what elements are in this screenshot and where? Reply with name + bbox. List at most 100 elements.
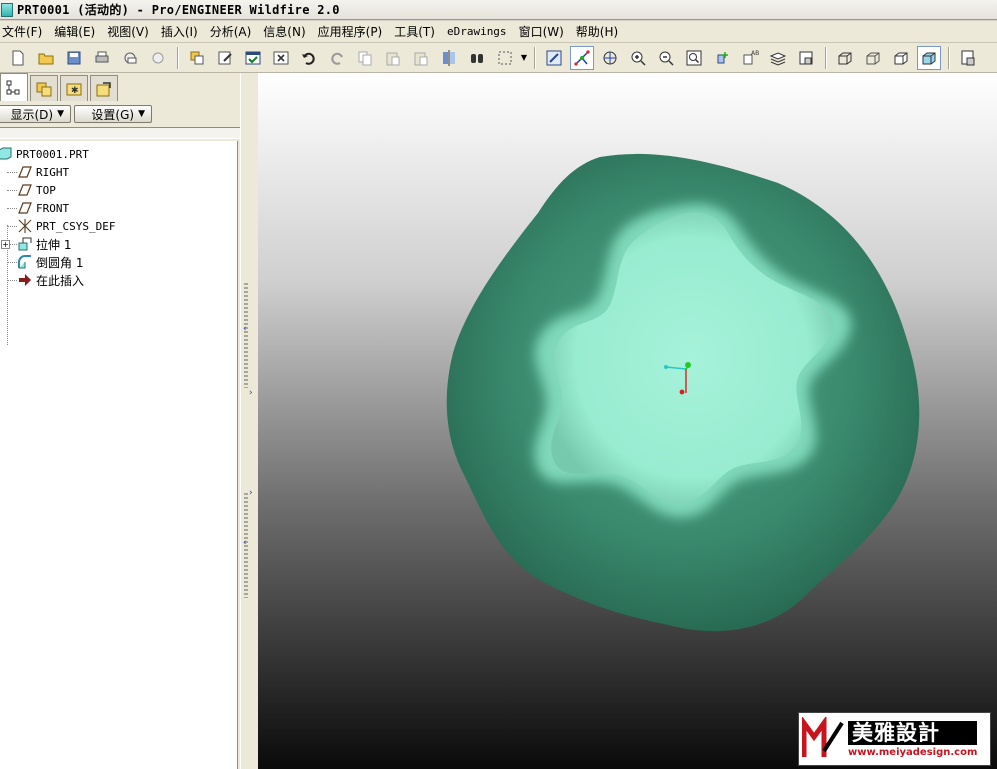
menu-help[interactable]: 帮助(H): [570, 21, 624, 43]
tree-item-round[interactable]: 倒圆角 1: [0, 253, 237, 271]
print-icon[interactable]: [90, 46, 114, 70]
tree-item-label: 拉伸 1: [36, 237, 72, 252]
send-mail-icon[interactable]: [118, 46, 142, 70]
tree-connector: [7, 207, 17, 209]
view-manager-icon[interactable]: [794, 46, 818, 70]
paste-icon[interactable]: [381, 46, 405, 70]
spin-center-icon[interactable]: [570, 45, 594, 70]
extrude-icon: [18, 237, 32, 251]
menu-edit[interactable]: 编辑(E): [48, 21, 101, 43]
panel-splitter[interactable]: ‹ › ‹ ›: [240, 73, 258, 769]
tree-connector: [7, 279, 17, 281]
model-tree-tab[interactable]: [0, 73, 28, 101]
chevron-down-icon: ▼: [138, 109, 145, 119]
layers-icon[interactable]: [766, 46, 790, 70]
redo-icon[interactable]: [325, 46, 349, 70]
navigator-tabs: ✱: [0, 73, 240, 101]
datum-plane-icon: [18, 202, 32, 214]
find-icon[interactable]: [465, 46, 489, 70]
new-file-icon[interactable]: [6, 46, 30, 70]
zoom-out-icon[interactable]: [654, 46, 678, 70]
connections-tab[interactable]: [90, 75, 118, 101]
datum-plane-icon: [18, 166, 32, 178]
expand-plus-icon[interactable]: +: [1, 239, 10, 249]
tree-item-top[interactable]: TOP: [0, 181, 237, 199]
toolbar-separator: [825, 46, 826, 69]
close-window-icon[interactable]: [269, 46, 293, 70]
main-toolbar: ▼ AB: [0, 43, 997, 73]
folder-browser-tab[interactable]: [30, 75, 58, 101]
repaint-icon[interactable]: [542, 46, 566, 70]
tree-item-extrude[interactable]: + 拉伸 1: [0, 235, 237, 253]
collapse-left-arrow-icon[interactable]: ‹: [243, 325, 247, 334]
expand-right-arrow-icon[interactable]: ›: [249, 489, 253, 498]
zoom-in-icon[interactable]: [626, 46, 650, 70]
graphics-window[interactable]: [258, 73, 997, 769]
chevron-down-icon: ▼: [57, 109, 64, 119]
menu-file[interactable]: 文件(F): [0, 21, 48, 43]
model-tree: PRT0001.PRT RIGHT TOP FRONT PRT_CSYS_DEF…: [0, 141, 238, 769]
csys-x-end: [664, 365, 668, 369]
tree-item-csys[interactable]: PRT_CSYS_DEF: [0, 217, 237, 235]
undo-icon[interactable]: [297, 46, 321, 70]
no-hidden-icon[interactable]: [889, 46, 913, 70]
tree-header-divider: [0, 127, 240, 139]
tree-item-front[interactable]: FRONT: [0, 199, 237, 217]
menu-applications[interactable]: 应用程序(P): [312, 21, 389, 43]
settings-menu-label: 设置(G): [91, 107, 135, 122]
display-settings-icon[interactable]: [956, 46, 980, 70]
edit-definition-icon[interactable]: [213, 46, 237, 70]
menu-analysis[interactable]: 分析(A): [204, 21, 258, 43]
model-shaded[interactable]: [258, 73, 997, 769]
paste-special-icon[interactable]: [409, 46, 433, 70]
tree-root-item[interactable]: PRT0001.PRT: [0, 145, 237, 163]
favorites-tab[interactable]: ✱: [60, 75, 88, 101]
tree-item-label: FRONT: [36, 201, 70, 215]
folder-browser-icon: [36, 82, 52, 96]
svg-text:AB: AB: [751, 50, 759, 57]
selection-box-icon[interactable]: [493, 46, 517, 70]
save-icon[interactable]: [62, 46, 86, 70]
tree-item-label: PRT_CSYS_DEF: [36, 219, 116, 233]
collapse-left-arrow-icon[interactable]: ‹: [243, 539, 247, 548]
reorient-icon[interactable]: [710, 46, 734, 70]
watermark-title: 美雅設計: [848, 720, 978, 745]
menu-view[interactable]: 视图(V): [101, 21, 155, 43]
tree-connector: [7, 171, 17, 173]
tree-item-label: TOP: [36, 183, 56, 197]
svg-text:✱: ✱: [71, 86, 79, 96]
hidden-line-icon[interactable]: [861, 46, 885, 70]
refit-icon[interactable]: [682, 46, 706, 70]
favorites-icon: ✱: [66, 83, 82, 96]
open-folder-icon[interactable]: [34, 46, 58, 70]
menu-bar: 文件(F) 编辑(E) 视图(V) 插入(I) 分析(A) 信息(N) 应用程序…: [0, 21, 997, 43]
csys-z-end: [685, 362, 691, 368]
sash-grip[interactable]: [244, 283, 248, 388]
send-icon[interactable]: [146, 46, 170, 70]
menu-insert[interactable]: 插入(I): [155, 21, 204, 43]
selection-dropdown-icon[interactable]: ▼: [519, 53, 529, 62]
shading-icon[interactable]: [917, 45, 941, 70]
mirror-icon[interactable]: [437, 46, 461, 70]
regenerate-icon[interactable]: [185, 46, 209, 70]
proe-window: PRT0001 (活动的) - Pro/ENGINEER Wildfire 2.…: [0, 0, 997, 769]
part-icon: [0, 147, 12, 160]
navigator-panel: ✱ 显示(D) ▼ 设置(G) ▼ PRT0001.PRT RIGHT TOP …: [0, 73, 240, 769]
tree-item-insert-here[interactable]: 在此插入: [0, 271, 237, 289]
wireframe-icon[interactable]: [833, 46, 857, 70]
tree-connector: [7, 261, 17, 263]
display-menu-button[interactable]: 显示(D) ▼: [0, 105, 71, 123]
saved-views-icon[interactable]: AB: [738, 46, 762, 70]
toolbar-separator: [948, 46, 949, 69]
accept-icon[interactable]: [241, 46, 265, 70]
tree-item-right[interactable]: RIGHT: [0, 163, 237, 181]
menu-info[interactable]: 信息(N): [257, 21, 311, 43]
menu-tools[interactable]: 工具(T): [388, 21, 441, 43]
menu-window[interactable]: 窗口(W): [513, 21, 570, 43]
settings-menu-button[interactable]: 设置(G) ▼: [74, 105, 152, 123]
expand-right-arrow-icon[interactable]: ›: [249, 389, 253, 398]
menu-edrawings[interactable]: eDrawings: [441, 21, 513, 43]
orient-mode-icon[interactable]: [598, 46, 622, 70]
watermark-logo: 美雅設計 www.meiyadesign.com: [798, 712, 991, 766]
copy-icon[interactable]: [353, 46, 377, 70]
